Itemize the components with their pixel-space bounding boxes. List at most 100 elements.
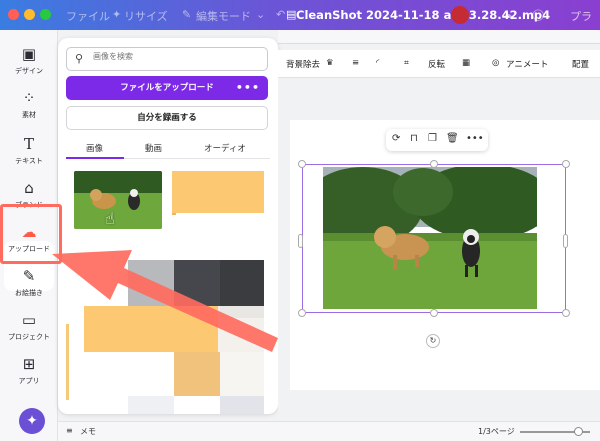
undo-icon[interactable]: ↶ <box>276 8 285 21</box>
resize-handle-bottom[interactable] <box>430 309 438 317</box>
tab-images[interactable]: 画像 <box>86 142 103 154</box>
transparency-icon[interactable]: ▦ <box>462 58 470 68</box>
resize-handle-bottom-right[interactable] <box>562 309 570 317</box>
folder-icon: ▭ <box>21 311 37 329</box>
magic-assistant-button[interactable]: ✦ <box>19 408 45 434</box>
comment-add-icon[interactable]: ⟳ <box>392 133 400 144</box>
menu-edit-mode[interactable]: 編集モード <box>196 8 251 24</box>
rail-item-label: デザイン <box>15 67 43 75</box>
position-button[interactable]: 配置 <box>572 58 589 70</box>
flip-button[interactable]: 反転 <box>428 58 445 70</box>
hand-cursor-icon: ☝ <box>105 209 115 228</box>
uploaded-image-tile[interactable] <box>66 324 69 400</box>
rotate-handle[interactable]: ↻ <box>426 334 440 348</box>
crown-icon: ♛ <box>326 58 334 68</box>
uploaded-image-tile[interactable] <box>220 306 264 318</box>
chat-icon[interactable]: ◯ <box>532 8 544 21</box>
text-icon: T <box>23 135 34 153</box>
active-tab-indicator <box>66 157 124 159</box>
notes-icon: ≡ <box>66 426 73 435</box>
uploaded-dog-photo-thumbnail[interactable] <box>74 171 162 229</box>
uploaded-image-tile[interactable] <box>174 260 220 306</box>
uploads-panel: ⚲ ファイルをアップロード ••• 自分を録画する 画像 動画 オーディオ ☝ <box>58 38 278 414</box>
layout-icon: ▣ <box>21 45 37 63</box>
uploaded-image-tile[interactable] <box>220 352 264 396</box>
rail-item-label: プロジェクト <box>8 333 50 341</box>
recording-indicator <box>451 6 469 24</box>
dog-photo-image <box>74 171 162 229</box>
rail-item-design[interactable]: ▣ デザイン <box>0 44 58 76</box>
rail-item-apps[interactable]: ⊞ アプリ <box>0 354 58 386</box>
resize-handle-bottom-left[interactable] <box>298 309 306 317</box>
zoom-slider-knob[interactable] <box>574 427 583 436</box>
more-options-icon[interactable]: ••• <box>236 76 260 100</box>
elements-icon: ⁘ <box>22 89 36 107</box>
uploaded-image-tile[interactable] <box>128 260 174 306</box>
uploaded-image-tile[interactable] <box>220 260 264 306</box>
resize-handle-left[interactable] <box>298 234 303 248</box>
cloud-icon: ☁ <box>502 8 513 21</box>
minimize-window-button[interactable] <box>24 9 35 20</box>
search-input[interactable] <box>93 52 263 61</box>
search-box[interactable]: ⚲ <box>66 47 268 71</box>
uploaded-image-tile[interactable] <box>174 352 220 396</box>
animate-icon: ◎ <box>492 58 500 68</box>
uploaded-image-tile[interactable] <box>172 171 264 213</box>
canvas-toolbar: 背景除去 ♛ ≡ ◜ ⌗ 反転 ▦ ◎ アニメート 配置 <box>278 50 600 78</box>
rail-item-label: アプリ <box>18 377 40 385</box>
animate-button[interactable]: アニメート <box>506 58 548 70</box>
rail-item-draw[interactable]: ✎ お絵描き <box>0 266 58 298</box>
window-title-bar: ファイル ✦ リサイズ ✎ 編集モード ⌄ ↶ ▤ CleanShot 2024… <box>0 0 600 30</box>
rotate-icon: ↻ <box>429 336 437 345</box>
pencil-icon: ✎ <box>182 8 192 21</box>
duplicate-icon[interactable]: ❐ <box>428 133 437 144</box>
video-file-icon: ▤ <box>286 8 297 21</box>
resize-handle-right[interactable] <box>563 234 568 248</box>
menu-file[interactable]: ファイル <box>66 8 110 24</box>
more-icon[interactable]: ••• <box>466 133 484 144</box>
tab-videos[interactable]: 動画 <box>145 142 162 154</box>
trash-icon[interactable]: 🗑 <box>446 133 459 144</box>
menu-resize[interactable]: リサイズ <box>124 8 168 24</box>
page-indicator[interactable]: 1/3ページ <box>478 426 515 437</box>
rail-item-elements[interactable]: ⁘ 素材 <box>0 88 58 120</box>
selection-frame <box>302 164 566 313</box>
rail-item-label: 素材 <box>22 111 36 119</box>
footer-bar: ≡ メモ 1/3ページ <box>58 421 600 441</box>
apps-icon: ⊞ <box>22 355 36 373</box>
lock-icon[interactable]: ⊓ <box>410 133 418 144</box>
resize-handle-top-left[interactable] <box>298 160 306 168</box>
rail-item-label: お絵描き <box>15 289 43 297</box>
resize-handle-top[interactable] <box>430 160 438 168</box>
upload-file-label: ファイルをアップロード <box>120 83 214 93</box>
rail-item-label: テキスト <box>15 157 43 165</box>
ruler <box>278 30 600 44</box>
menu-right[interactable]: プラ <box>570 8 592 24</box>
resize-handle-top-right[interactable] <box>562 160 570 168</box>
highlight-box <box>0 204 62 264</box>
element-context-toolbar: ⟳ ⊓ ❐ 🗑 ••• <box>386 129 488 151</box>
sparkle-icon: ✦ <box>26 413 38 429</box>
search-icon: ⚲ <box>75 52 84 65</box>
notes-button[interactable]: メモ <box>80 426 96 437</box>
uploaded-image-tile[interactable] <box>220 396 264 414</box>
brand-icon: ⌂ <box>24 179 34 197</box>
rail-item-projects[interactable]: ▭ プロジェクト <box>0 310 58 342</box>
tab-audio[interactable]: オーディオ <box>204 142 246 154</box>
uploaded-image-tile[interactable] <box>172 213 176 215</box>
uploaded-image-tile[interactable] <box>84 306 218 352</box>
chevron-down-icon: ⌄ <box>256 8 266 21</box>
remove-background-button[interactable]: 背景除去 <box>286 58 320 70</box>
corner-radius-icon[interactable]: ◜ <box>376 58 379 68</box>
crop-icon[interactable]: ⌗ <box>404 58 409 68</box>
resize-icon: ✦ <box>112 8 122 21</box>
line-weight-icon[interactable]: ≡ <box>352 58 359 68</box>
record-yourself-button[interactable]: 自分を録画する <box>66 106 268 130</box>
close-window-button[interactable] <box>8 9 19 20</box>
upload-file-button[interactable]: ファイルをアップロード ••• <box>66 76 268 100</box>
draw-icon: ✎ <box>22 267 36 285</box>
rail-item-text[interactable]: T テキスト <box>0 134 58 166</box>
uploaded-image-tile[interactable] <box>128 396 174 414</box>
uploaded-image-tile[interactable] <box>218 318 264 352</box>
zoom-window-button[interactable] <box>40 9 51 20</box>
